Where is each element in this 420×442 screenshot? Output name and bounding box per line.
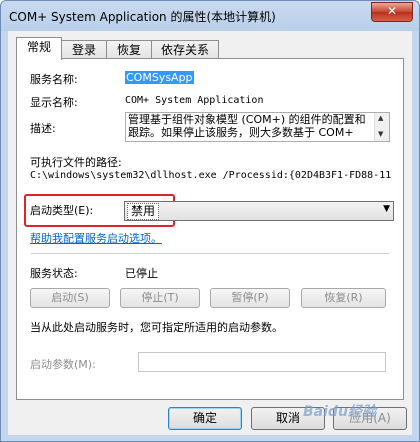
- properties-window: COM+ System Application 的属性(本地计算机) ✕ 常规 …: [0, 0, 420, 442]
- scroll-down-icon[interactable]: ▼: [378, 130, 383, 138]
- service-name-text: COMSysApp: [125, 71, 194, 84]
- description-scrollbar[interactable]: ▲ ▼: [374, 113, 389, 141]
- startup-type-value: 禁用: [127, 203, 160, 220]
- scroll-up-icon[interactable]: ▲: [378, 114, 383, 122]
- watermark-logo: Baidu经验: [303, 404, 376, 420]
- tab-general[interactable]: 常规: [16, 37, 62, 60]
- stop-button[interactable]: 停止(T): [120, 288, 200, 308]
- start-params-hint: 当从此处启动服务时，您可指定所适用的启动参数。: [30, 321, 283, 334]
- start-params-label: 启动参数(M):: [30, 358, 96, 371]
- start-params-input[interactable]: [138, 352, 386, 372]
- service-name-label: 服务名称:: [30, 73, 78, 86]
- startup-type-select[interactable]: 禁用 ▼: [124, 201, 394, 221]
- service-status-label: 服务状态:: [30, 267, 78, 280]
- tab-recovery[interactable]: 恢复: [106, 40, 152, 59]
- description-box[interactable]: 管理基于组件对象模型 (COM+) 的组件的配置和跟踪。如果停止该服务，则大多数…: [125, 112, 390, 142]
- display-name-value[interactable]: COM+ System Application: [125, 95, 263, 106]
- service-status-value: 已停止: [125, 267, 158, 280]
- startup-type-label: 启动类型(E):: [30, 204, 94, 217]
- ok-button[interactable]: 确定: [168, 407, 242, 430]
- dialog-client: 常规 登录 恢复 依存关系 服务名称: COMSysApp 显示名称: COM+…: [8, 31, 412, 435]
- close-button[interactable]: ✕: [371, 2, 413, 22]
- display-name-label: 显示名称:: [30, 96, 78, 109]
- pause-button[interactable]: 暂停(P): [210, 288, 290, 308]
- window-title: COM+ System Application 的属性(本地计算机): [9, 10, 276, 24]
- help-configure-link[interactable]: 帮助我配置服务启动选项。: [30, 230, 162, 246]
- exe-path-label: 可执行文件的路径:: [30, 156, 122, 169]
- general-tab-panel: 服务名称: COMSysApp 显示名称: COM+ System Applic…: [16, 58, 404, 400]
- exe-path-value[interactable]: C:\windows\system32\dllhost.exe /Process…: [30, 170, 394, 181]
- title-bar[interactable]: COM+ System Application 的属性(本地计算机) ✕: [1, 1, 419, 31]
- resume-button[interactable]: 恢复(R): [301, 288, 386, 308]
- description-label: 描述:: [30, 122, 56, 135]
- tab-logon[interactable]: 登录: [61, 40, 107, 59]
- tab-dependencies[interactable]: 依存关系: [151, 40, 219, 59]
- start-button[interactable]: 启动(S): [30, 288, 110, 308]
- description-text: 管理基于组件对象模型 (COM+) 的组件的配置和跟踪。如果停止该服务，则大多数…: [128, 113, 366, 139]
- divider: [31, 253, 389, 254]
- service-name-value[interactable]: COMSysApp: [125, 71, 194, 84]
- chevron-down-icon: ▼: [383, 204, 390, 214]
